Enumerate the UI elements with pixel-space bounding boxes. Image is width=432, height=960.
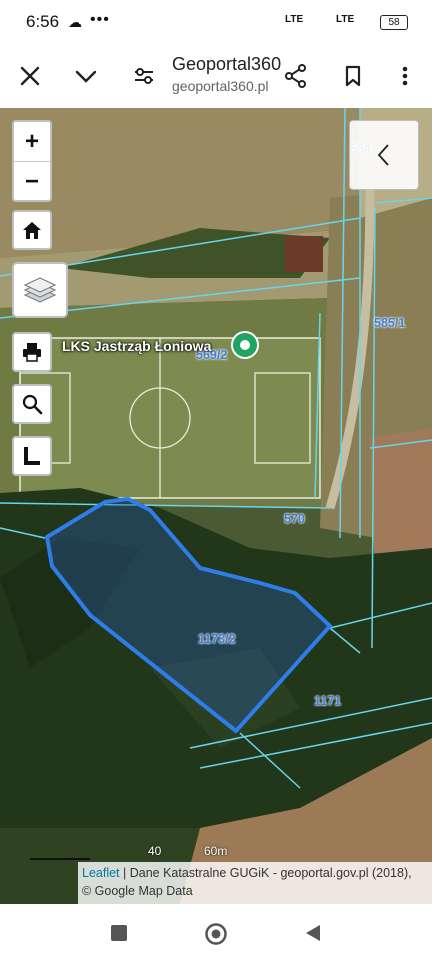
chevron-down-icon[interactable] bbox=[72, 62, 100, 90]
battery-indicator: 58 bbox=[380, 15, 408, 30]
system-navigation-bar bbox=[0, 904, 432, 960]
search-button[interactable] bbox=[12, 384, 52, 424]
attribution-google: © Google Map Data bbox=[82, 884, 193, 898]
square-icon bbox=[111, 925, 127, 941]
parcel-label: 1173/2 bbox=[198, 632, 236, 646]
location-marker-icon[interactable] bbox=[230, 330, 260, 360]
triangle-back-icon bbox=[306, 925, 320, 941]
status-time: 6:56 bbox=[26, 12, 60, 31]
map-attribution: Leaflet | Dane Katastralne GUGiK - geopo… bbox=[78, 862, 432, 904]
measure-button[interactable] bbox=[12, 436, 52, 476]
cloud-icon: ☁ bbox=[68, 14, 82, 30]
zoom-out-button[interactable]: − bbox=[14, 162, 50, 201]
layers-button[interactable] bbox=[12, 262, 68, 318]
scale-small: 40 bbox=[148, 844, 162, 858]
attribution-text: | Dane Katastralne GUGiK - geoportal.gov… bbox=[119, 866, 412, 880]
more-notifications-icon: ••• bbox=[90, 11, 110, 28]
status-bar: 6:56 ☁ ••• LTE LTE 58 bbox=[0, 0, 432, 44]
page-url: geoportal360.pl bbox=[172, 78, 269, 94]
back-button[interactable] bbox=[302, 922, 324, 944]
page-title-block[interactable]: Geoportal360.pl geoportal360.pl bbox=[172, 54, 282, 94]
place-label: LKS Jastrząb Łoniowa bbox=[62, 338, 212, 354]
home-button[interactable] bbox=[12, 210, 52, 250]
parcel-label: 1171 bbox=[314, 694, 342, 708]
share-icon[interactable] bbox=[282, 62, 310, 90]
leaflet-link[interactable]: Leaflet bbox=[82, 866, 120, 880]
browser-toolbar: Geoportal360.pl geoportal360.pl bbox=[0, 44, 432, 109]
page-title: Geoportal360.pl bbox=[172, 54, 282, 74]
zoom-control: + − bbox=[12, 120, 52, 202]
parcel-label: 585/1 bbox=[374, 316, 406, 330]
signal-lte-1: LTE bbox=[285, 14, 304, 25]
print-button[interactable] bbox=[12, 332, 52, 372]
signal-lte-2: LTE bbox=[336, 14, 355, 25]
layers-icon bbox=[23, 277, 57, 303]
sidebar-toggle-button[interactable] bbox=[349, 120, 419, 190]
circle-icon bbox=[205, 923, 227, 945]
more-menu-icon[interactable] bbox=[391, 62, 419, 90]
home-icon bbox=[23, 222, 41, 239]
ruler-icon bbox=[24, 447, 40, 465]
bookmark-icon[interactable] bbox=[339, 62, 367, 90]
home-nav-button[interactable] bbox=[204, 922, 227, 945]
parcel-label: 570 bbox=[284, 512, 305, 526]
scale-large: 60m bbox=[204, 844, 228, 858]
zoom-in-button[interactable]: + bbox=[14, 122, 50, 162]
satellite-imagery bbox=[0, 108, 432, 904]
map-view[interactable]: 584 585/1 569/2 570 1173/2 1171 LKS Jast… bbox=[0, 108, 432, 904]
recents-button[interactable] bbox=[108, 922, 130, 944]
print-icon bbox=[23, 343, 41, 362]
search-icon bbox=[22, 394, 43, 415]
chevron-left-icon bbox=[377, 144, 389, 166]
close-icon[interactable] bbox=[16, 62, 44, 90]
site-settings-icon[interactable] bbox=[130, 62, 158, 90]
